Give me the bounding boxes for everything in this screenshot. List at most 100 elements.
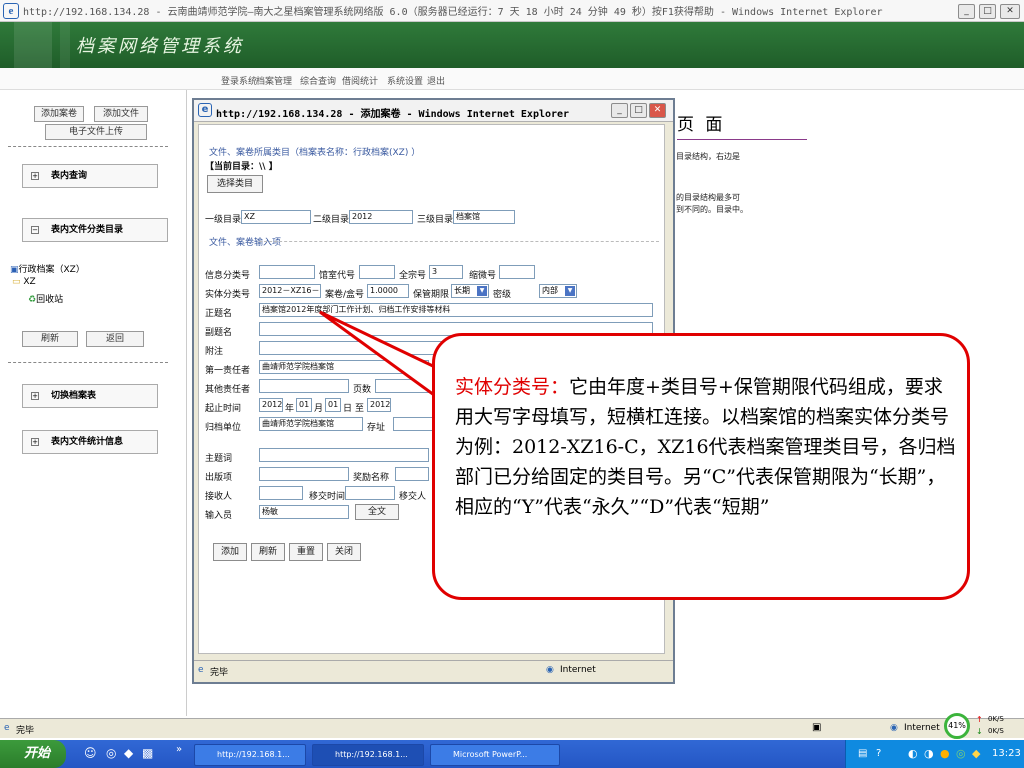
tray-icon[interactable]: ● xyxy=(940,747,950,760)
nav-login[interactable]: 登录系统 xyxy=(221,74,257,87)
window-title-bar: e http://192.168.134.28 - 云南曲靖师范学院—南大之星档… xyxy=(0,0,1024,22)
fonds-input[interactable]: 3 xyxy=(429,265,463,279)
quicklaunch-icon[interactable]: ◎ xyxy=(106,746,116,760)
nav-settings[interactable]: 系统设置 xyxy=(387,74,423,87)
switch-table-section[interactable]: + 切换档案表 xyxy=(22,384,158,408)
quicklaunch-icon[interactable]: ◆ xyxy=(124,746,133,760)
tree-root[interactable]: ▣行政档案（XZ） xyxy=(10,262,85,275)
globe-icon: ◉ xyxy=(546,665,554,675)
app-title: 档案网络管理系统 xyxy=(76,36,244,57)
add-button[interactable]: 添加 xyxy=(213,543,247,561)
microfilm-input[interactable] xyxy=(499,265,535,279)
nav-borrow[interactable]: 借阅统计 xyxy=(342,74,378,87)
security-icon: ▣ xyxy=(812,722,822,733)
refresh-button[interactable]: 刷新 xyxy=(22,331,78,347)
header-stripe xyxy=(60,22,70,68)
table-query-section[interactable]: + 表内查询 xyxy=(22,164,158,188)
page-text: 的目录结构最多可 xyxy=(676,193,740,202)
tree-child[interactable]: ▭ XZ xyxy=(12,277,36,287)
tray-icon[interactable]: ◆ xyxy=(972,747,980,760)
date-from-year[interactable]: 2012 xyxy=(259,398,283,412)
dialog-title: http://192.168.134.28 - 添加案卷 - Windows I… xyxy=(216,109,570,120)
level2-label: 二级目录 xyxy=(313,215,350,225)
quicklaunch-icon[interactable]: ☺ xyxy=(84,746,97,760)
expand-icon: + xyxy=(31,392,39,400)
nav-query[interactable]: 综合查询 xyxy=(300,74,336,87)
header-stripe xyxy=(14,22,52,68)
add-file-button[interactable]: 添加文件 xyxy=(94,106,148,122)
nav-archive[interactable]: 档案管理 xyxy=(256,74,292,87)
heading-rule xyxy=(677,139,807,140)
award-label: 奖励名称 xyxy=(353,473,390,483)
dialog-close-button[interactable]: ✕ xyxy=(649,103,666,118)
section-label: 表内文件分类目录 xyxy=(51,225,124,235)
ie-icon: e xyxy=(198,103,212,117)
down-arrow-icon: ↓ xyxy=(976,727,983,736)
current-dir: 【当前目录：\\ 】 xyxy=(205,162,278,172)
task-ie-1[interactable]: http://192.168.1... xyxy=(194,744,306,766)
upload-button[interactable]: 电子文件上传 xyxy=(45,124,147,140)
level2-input[interactable]: 2012 xyxy=(349,210,413,224)
stats-section[interactable]: + 表内文件统计信息 xyxy=(22,430,158,454)
dialog-minimize-button[interactable]: _ xyxy=(611,103,628,118)
volume-input[interactable]: 1.0000 xyxy=(367,284,409,298)
archive-icon: ▣ xyxy=(10,265,19,275)
tree-recycle[interactable]: ♻回收站 xyxy=(28,292,63,305)
up-arrow-icon: ↑ xyxy=(976,715,983,724)
dialog-maximize-button[interactable]: □ xyxy=(630,103,647,118)
category-dir-section[interactable]: − 表内文件分类目录 xyxy=(22,218,168,242)
retention-select[interactable]: 长期 xyxy=(451,284,489,298)
select-category-button[interactable]: 选择类目 xyxy=(207,175,263,193)
tray-icon[interactable]: ◎ xyxy=(956,747,966,760)
receiver-input[interactable] xyxy=(259,486,303,500)
tray-icon[interactable]: ? xyxy=(876,748,881,759)
publish-input[interactable] xyxy=(259,467,349,481)
zone-text: Internet xyxy=(904,723,940,733)
back-button[interactable]: 返回 xyxy=(86,331,144,347)
maximize-button[interactable]: □ xyxy=(979,4,996,19)
tree-child-label: XZ xyxy=(23,277,36,287)
operator-input[interactable]: 杨敏 xyxy=(259,505,349,519)
unit-label: 归档单位 xyxy=(205,423,242,433)
hall-code-label: 馆室代号 xyxy=(319,271,356,281)
transfer-time-label: 移交时间 xyxy=(309,492,346,502)
refresh-form-button[interactable]: 刷新 xyxy=(251,543,285,561)
keyword-input[interactable] xyxy=(259,448,429,462)
start-button[interactable]: 开始 xyxy=(0,740,66,768)
task-powerpoint[interactable]: Microsoft PowerP... xyxy=(430,744,560,766)
secret-select[interactable]: 内部 xyxy=(539,284,577,298)
year-unit: 年 xyxy=(285,404,295,414)
close-button[interactable]: ✕ xyxy=(1000,4,1020,19)
entity-label: 实体分类号 xyxy=(205,290,251,300)
divider xyxy=(8,362,168,363)
task-ie-2[interactable]: http://192.168.1... xyxy=(312,744,424,766)
tray-icon[interactable]: ◐ xyxy=(908,747,918,760)
entity-input[interactable]: 2012－XZ16－C xyxy=(259,284,321,298)
add-volume-button[interactable]: 添加案卷 xyxy=(34,106,84,122)
level3-input[interactable]: 档案馆 xyxy=(453,210,515,224)
more-icon[interactable]: » xyxy=(176,744,182,755)
retention-label: 保管期限 xyxy=(413,290,450,300)
level1-label: 一级目录 xyxy=(205,215,242,225)
fulltext-button[interactable]: 全文 xyxy=(355,504,399,520)
tray-icon[interactable]: ▤ xyxy=(858,748,867,759)
section-label: 表内查询 xyxy=(51,171,88,181)
hall-code-input[interactable] xyxy=(359,265,395,279)
tray-icon[interactable]: ◑ xyxy=(924,747,934,760)
page-heading: 页 面 xyxy=(677,115,726,135)
minimize-button[interactable]: _ xyxy=(958,4,975,19)
close-form-button[interactable]: 关闭 xyxy=(327,543,361,561)
download-speed: 0K/S xyxy=(988,727,1004,735)
info-class-input[interactable] xyxy=(259,265,315,279)
quicklaunch-icon[interactable]: ▩ xyxy=(142,746,153,760)
award-input[interactable] xyxy=(395,467,429,481)
page-text: 目录结构，右边是 xyxy=(676,152,740,161)
info-class-label: 信息分类号 xyxy=(205,271,251,281)
tree-recycle-label: 回收站 xyxy=(36,295,64,305)
level1-input[interactable]: XZ xyxy=(241,210,311,224)
resp1-label: 第一责任者 xyxy=(205,366,251,376)
reset-button[interactable]: 重置 xyxy=(289,543,323,561)
network-meter: 41% xyxy=(944,713,970,739)
transfer-time-input[interactable] xyxy=(345,486,395,500)
nav-logout[interactable]: 退出 xyxy=(427,74,445,87)
